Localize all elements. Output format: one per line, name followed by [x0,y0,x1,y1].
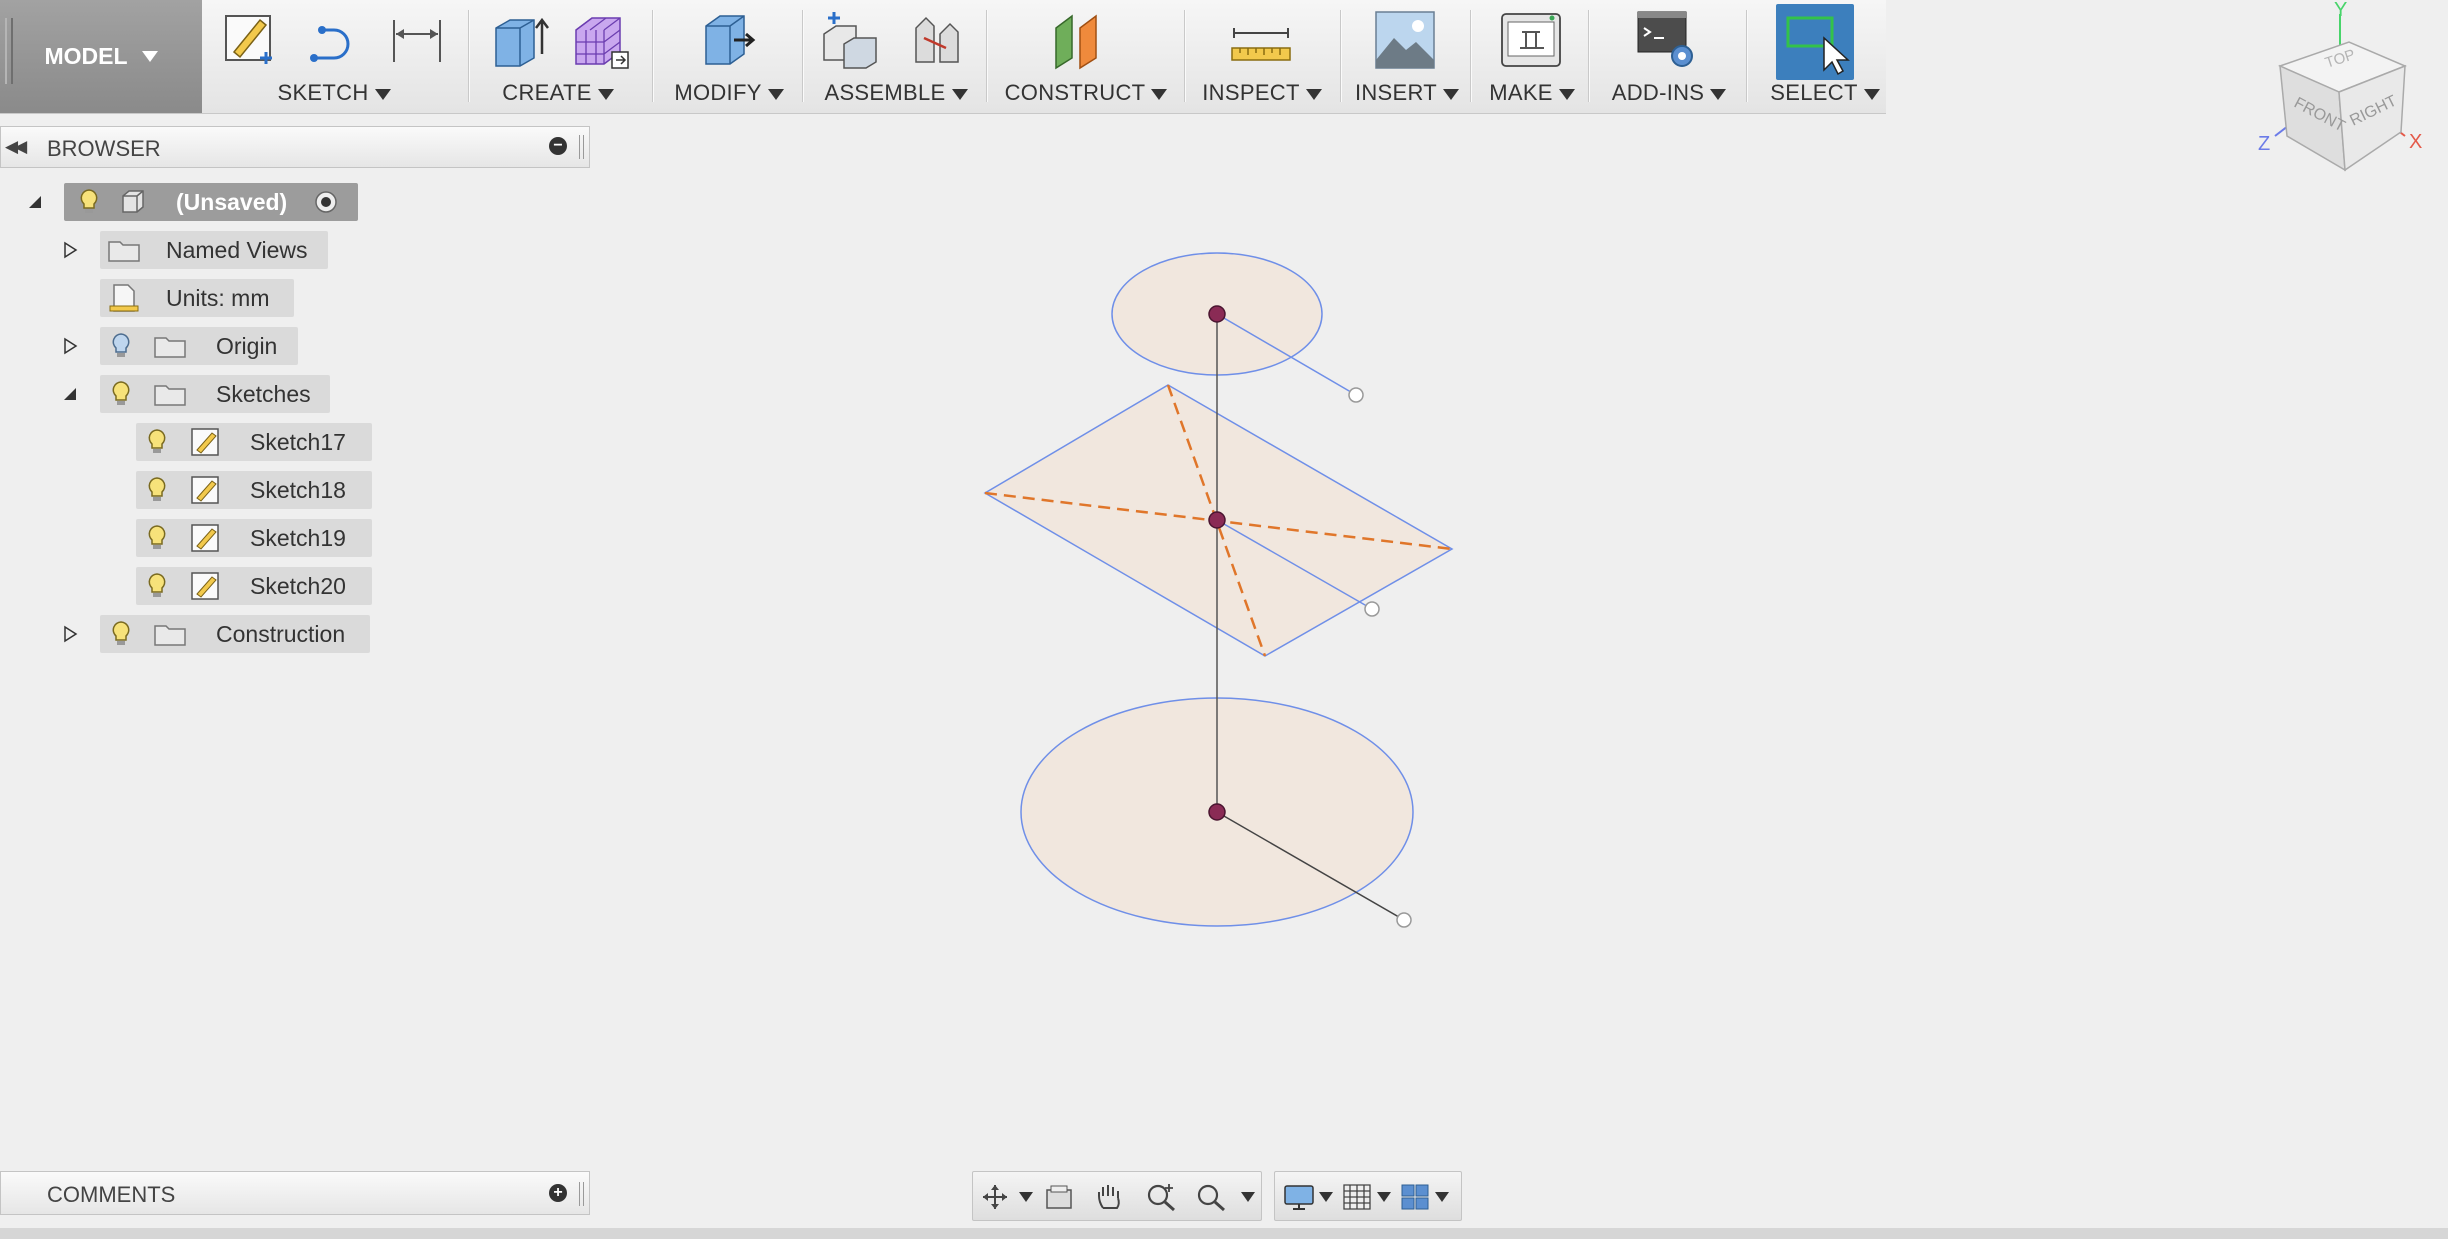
chevron-down-icon[interactable] [1377,1192,1391,1202]
folder-icon [154,385,186,406]
display-toolbar [1274,1171,1462,1221]
comments-title: COMMENTS [47,1182,176,1207]
chevron-down-icon[interactable] [1435,1192,1449,1202]
minimize-icon[interactable]: − [549,137,567,155]
panel-grip-icon[interactable] [579,1182,584,1206]
origin-label: Origin [216,332,278,359]
lightbulb-icon[interactable] [72,185,106,219]
axis-z-label: Z [2258,133,2270,155]
sketch-icon [191,572,219,600]
units-label: Units: mm [166,284,270,311]
sketches-node[interactable]: Sketches [100,375,330,413]
navigation-toolbar [972,1171,1262,1221]
browser-title: BROWSER [47,136,161,161]
origin-node[interactable]: Origin [100,327,298,365]
lightbulb-icon[interactable] [104,617,138,651]
look-at-icon[interactable] [1043,1182,1075,1212]
tree-row-units: Units: mm [0,279,590,317]
named-views-label: Named Views [166,236,308,263]
chevron-down-icon[interactable] [1319,1192,1333,1202]
tree-row-construction: Construction [0,615,590,653]
units-node[interactable]: Units: mm [100,279,294,317]
panel-grip-icon[interactable] [579,135,584,159]
axis-x-label: X [2409,131,2422,153]
grid-settings-icon[interactable] [1341,1182,1373,1212]
center-point[interactable] [1208,305,1226,323]
construction-label: Construction [216,620,346,647]
tree-row-sketch: Sketch20 [0,567,590,605]
radio-active-icon[interactable] [313,189,339,215]
root-component-node[interactable]: (Unsaved) [64,183,358,221]
lightbulb-icon[interactable] [140,425,174,459]
view-cube[interactable]: Y Z X TOP FRONT RIGHT [2245,0,2445,190]
collapsed-triangle-icon[interactable] [60,624,80,644]
sketches-label: Sketches [216,380,311,407]
display-settings-icon[interactable] [1283,1182,1315,1212]
root-component-label: (Unsaved) [176,188,288,215]
viewports-icon[interactable] [1399,1182,1431,1212]
zoom-icon[interactable] [1145,1182,1177,1212]
sketch-icon [191,524,219,552]
tree-row-sketches: Sketches [0,375,590,413]
named-views-node[interactable]: Named Views [100,231,328,269]
tree-row-root: (Unsaved) [0,183,590,221]
folder-icon [154,625,186,646]
sketch-label: Sketch18 [250,476,346,503]
lightbulb-icon[interactable] [104,377,138,411]
fit-zoom-icon[interactable] [1195,1182,1227,1212]
sketch-node[interactable]: Sketch18 [136,471,372,509]
sketch-point[interactable] [1396,912,1412,928]
component-icon [122,190,144,213]
sketch-point[interactable] [1348,387,1364,403]
sketch-icon [191,428,219,456]
sketch-icon [191,476,219,504]
collapsed-triangle-icon[interactable] [60,240,80,260]
collapsed-triangle-icon[interactable] [60,336,80,356]
sketch-label: Sketch19 [250,524,346,551]
tree-row-named-views: Named Views [0,231,590,269]
expanded-triangle-icon[interactable] [60,384,80,404]
axis-y-label: Y [2334,0,2347,21]
add-comment-icon[interactable]: + [549,1184,567,1202]
sketch-node[interactable]: Sketch19 [136,519,372,557]
expanded-triangle-icon[interactable] [25,192,45,212]
chevron-down-icon[interactable] [1019,1192,1033,1202]
tree-row-sketch: Sketch17 [0,423,590,461]
sketch-node[interactable]: Sketch20 [136,567,372,605]
status-strip [0,1228,2448,1239]
sketch-label: Sketch17 [250,428,346,455]
sketch-point[interactable] [1364,601,1380,617]
document-units-icon [109,284,139,312]
sketch-label: Sketch20 [250,572,346,599]
construction-node[interactable]: Construction [100,615,370,653]
lightbulb-icon[interactable] [140,569,174,603]
comments-panel[interactable]: COMMENTS + [0,1171,590,1215]
lightbulb-off-icon[interactable] [104,329,138,363]
browser-header[interactable]: ◀◀ BROWSER − [0,126,590,168]
center-point[interactable] [1208,803,1226,821]
lightbulb-icon[interactable] [140,521,174,555]
folder-icon [108,241,140,262]
tree-row-sketch: Sketch18 [0,471,590,509]
pan-hand-icon[interactable] [1093,1182,1125,1212]
collapse-panel-icon[interactable]: ◀◀ [5,137,27,157]
orbit-icon[interactable] [979,1182,1011,1212]
center-point[interactable] [1208,511,1226,529]
lightbulb-icon[interactable] [140,473,174,507]
chevron-down-icon[interactable] [1241,1192,1255,1202]
tree-row-origin: Origin [0,327,590,365]
tree-row-sketch: Sketch19 [0,519,590,557]
sketch-node[interactable]: Sketch17 [136,423,372,461]
folder-icon [154,337,186,358]
